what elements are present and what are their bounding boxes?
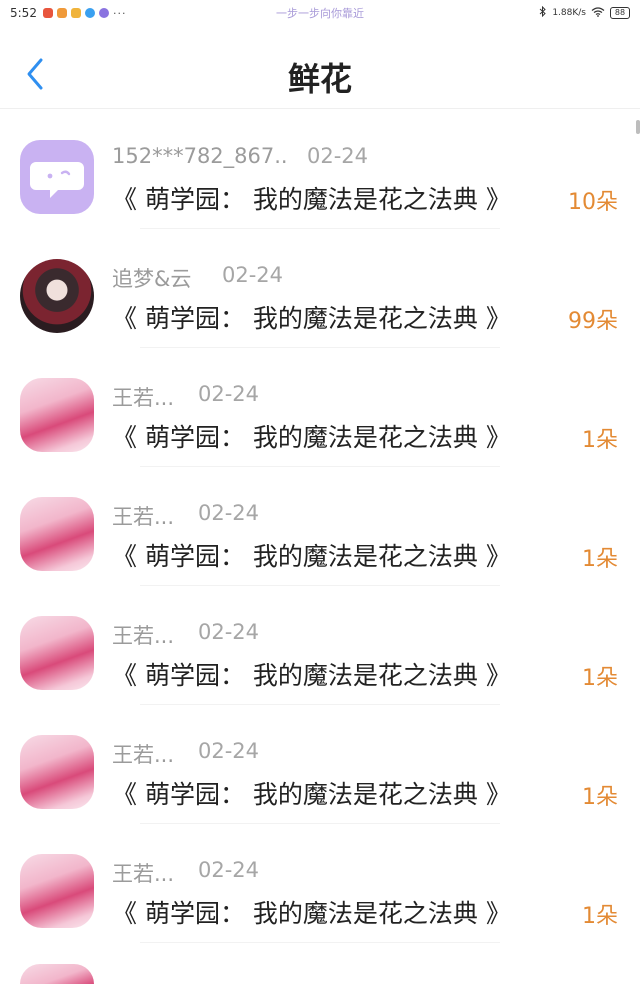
- flower-count: 1朵: [582, 904, 618, 929]
- avatar[interactable]: [20, 735, 94, 809]
- list-item[interactable]: 王若... 02-24 《 萌学园： 我的魔法是花之法典 》 1朵: [0, 705, 640, 824]
- notification-app-icon: [56, 8, 67, 18]
- book-title: 《 萌学园： 我的魔法是花之法典 》: [112, 185, 511, 214]
- user-name: 152***782_867..: [112, 144, 288, 168]
- gift-date: 02-24: [222, 263, 284, 287]
- back-button[interactable]: [20, 54, 50, 94]
- flower-list: 152***782_867.. 02-24 《 萌学园： 我的魔法是花之法典 》…: [0, 110, 640, 943]
- wifi-icon: [591, 6, 605, 20]
- status-time: 5:52: [10, 6, 37, 20]
- book-title: 《 萌学园： 我的魔法是花之法典 》: [112, 423, 511, 452]
- notification-app-icon: [98, 8, 109, 18]
- gift-date: 02-24: [198, 858, 260, 882]
- notification-app-icon: [70, 8, 81, 18]
- list-item[interactable]: 追梦&云 02-24 《 萌学园： 我的魔法是花之法典 》 99朵: [0, 229, 640, 348]
- gift-date: 02-24: [198, 620, 260, 644]
- flower-count: 1朵: [582, 666, 618, 691]
- avatar[interactable]: [20, 497, 94, 571]
- user-name: 王若...: [112, 624, 175, 648]
- network-speed: 1.88K/s: [552, 8, 586, 18]
- user-name: 追梦&云: [112, 267, 192, 291]
- status-left: 5:52 ···: [10, 6, 126, 20]
- book-title: 《 萌学园： 我的魔法是花之法典 》: [112, 661, 511, 690]
- flower-count: 1朵: [582, 547, 618, 572]
- list-item[interactable]: 152***782_867.. 02-24 《 萌学园： 我的魔法是花之法典 》…: [0, 110, 640, 229]
- user-name: 王若...: [112, 743, 175, 767]
- gift-date: 02-24: [198, 501, 260, 525]
- gift-date: 02-24: [198, 739, 260, 763]
- page-title: 鲜花: [287, 60, 352, 98]
- list-item[interactable]: 王若... 02-24 《 萌学园： 我的魔法是花之法典 》 1朵: [0, 586, 640, 705]
- status-more-icon: ···: [112, 6, 127, 20]
- battery-icon: 88: [610, 7, 630, 19]
- user-name: 王若...: [112, 505, 175, 529]
- user-name: 王若...: [112, 862, 175, 886]
- flower-count: 1朵: [582, 428, 618, 453]
- avatar[interactable]: [20, 140, 94, 214]
- user-name: 王若...: [112, 386, 175, 410]
- flower-count: 10朵: [568, 190, 618, 215]
- chat-bubble-icon: [30, 162, 84, 198]
- chevron-left-icon: [27, 58, 43, 90]
- scrollbar[interactable]: [636, 120, 640, 134]
- notification-app-icon: [42, 8, 53, 18]
- status-right: 1.88K/s 88: [539, 5, 630, 20]
- book-title: 《 萌学园： 我的魔法是花之法典 》: [112, 304, 511, 333]
- avatar[interactable]: [20, 378, 94, 452]
- book-title: 《 萌学园： 我的魔法是花之法典 》: [112, 542, 511, 571]
- list-item[interactable]: 王若... 02-24 《 萌学园： 我的魔法是花之法典 》 1朵: [0, 348, 640, 467]
- list-item[interactable]: 王若... 02-24 《 萌学园： 我的魔法是花之法典 》 1朵: [0, 824, 640, 943]
- flower-count: 1朵: [582, 785, 618, 810]
- flower-count: 99朵: [568, 309, 618, 334]
- bluetooth-icon: [539, 5, 547, 20]
- book-title: 《 萌学园： 我的魔法是花之法典 》: [112, 899, 511, 928]
- status-bar: 5:52 ··· 1.88K/s 88: [0, 0, 640, 26]
- avatar[interactable]: [20, 259, 94, 333]
- avatar[interactable]: [20, 854, 94, 928]
- header: 鲜花: [0, 40, 640, 109]
- gift-date: 02-24: [198, 382, 260, 406]
- list-item[interactable]: 王若... 02-24 《 萌学园： 我的魔法是花之法典 》 1朵: [0, 467, 640, 586]
- avatar[interactable]: [20, 616, 94, 690]
- avatar[interactable]: [20, 964, 94, 984]
- book-title: 《 萌学园： 我的魔法是花之法典 》: [112, 780, 511, 809]
- notification-app-icon: [84, 8, 95, 18]
- gift-date: 02-24: [307, 144, 369, 168]
